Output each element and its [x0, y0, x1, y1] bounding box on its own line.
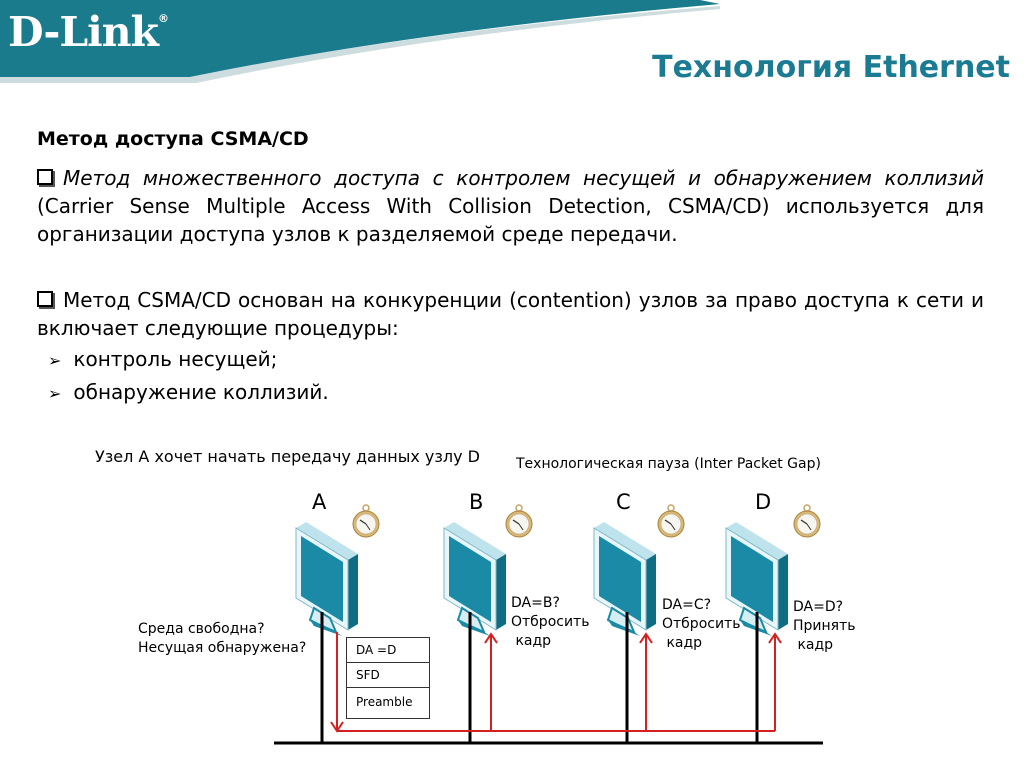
- sender-note: Среда свободна? Несущая обнаружена?: [138, 620, 306, 658]
- note-line: Отбросить: [662, 616, 741, 632]
- node-b-note: DA=B? Отбросить кадр: [511, 594, 589, 651]
- computer-b-icon: [443, 521, 507, 637]
- stopwatch-icon: [793, 504, 821, 538]
- note-line: DA=B?: [511, 595, 560, 611]
- frame-structure: DA =D SFD Preamble: [346, 637, 430, 719]
- computer-c-icon: [593, 521, 657, 637]
- node-label-b: B: [469, 490, 484, 514]
- stopwatch-icon: [505, 504, 533, 538]
- stopwatch-icon: [352, 504, 380, 538]
- node-c-note: DA=C? Отбросить кадр: [662, 596, 740, 653]
- computer-a-icon: [295, 521, 359, 637]
- node-label-c: C: [616, 490, 631, 514]
- note-line: Принять: [793, 618, 856, 634]
- stopwatch-icon: [657, 504, 685, 538]
- note-line: кадр: [511, 633, 552, 649]
- frame-field-sfd: SFD: [347, 663, 429, 688]
- note-line: Несущая обнаружена?: [138, 640, 307, 656]
- node-d-note: DA=D? Принять кадр: [793, 598, 856, 655]
- frame-field-da: DA =D: [347, 638, 429, 663]
- node-label-a: A: [312, 490, 327, 514]
- note-line: DA=C?: [662, 597, 712, 613]
- frame-field-preamble: Preamble: [356, 695, 413, 709]
- note-line: кадр: [662, 635, 703, 651]
- note-line: DA=D?: [793, 599, 844, 615]
- node-label-d: D: [755, 490, 772, 514]
- note-line: кадр: [793, 637, 834, 653]
- note-line: Отбросить: [511, 614, 590, 630]
- note-line: Среда свободна?: [138, 621, 265, 637]
